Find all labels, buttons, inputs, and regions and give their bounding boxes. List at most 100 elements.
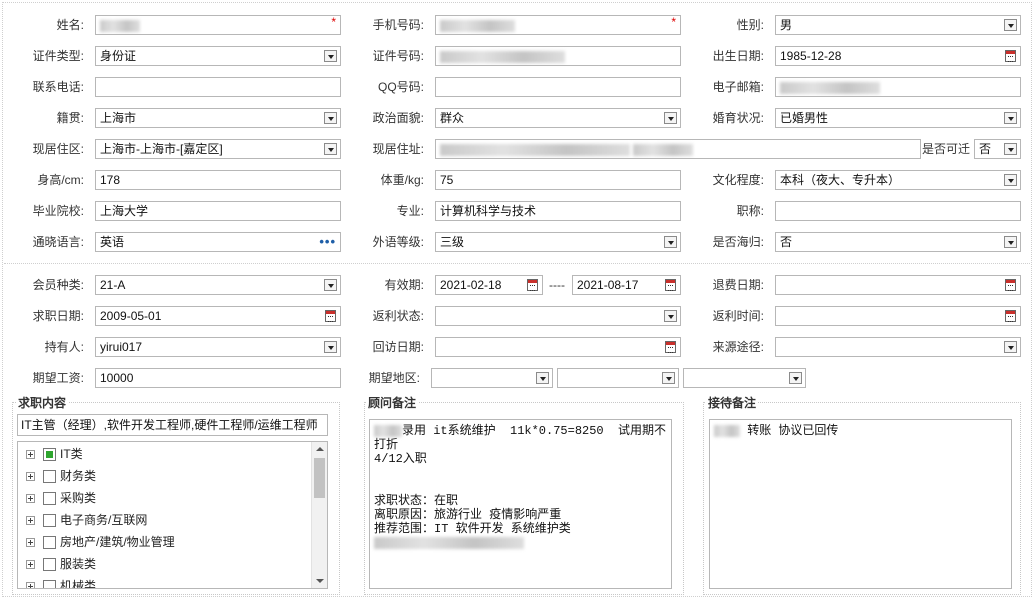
birth-label: 出生日期: bbox=[712, 49, 764, 63]
political-select[interactable]: 群众 bbox=[435, 108, 681, 128]
expand-icon[interactable] bbox=[26, 450, 35, 460]
region-province-select[interactable] bbox=[431, 368, 553, 388]
title-field[interactable] bbox=[775, 201, 1021, 221]
education-select[interactable]: 本科（夜大、专升本） bbox=[775, 170, 1021, 190]
chevron-down-icon[interactable] bbox=[324, 50, 337, 62]
member-type-select[interactable]: 21-A bbox=[95, 275, 341, 295]
weight-field[interactable]: 75 bbox=[435, 170, 681, 190]
qq-field[interactable] bbox=[435, 77, 681, 97]
valid-from-field[interactable]: 2021-02-18 bbox=[435, 275, 543, 295]
tree-item-purchasing[interactable]: 采购类 bbox=[26, 489, 96, 507]
tree-item-realestate[interactable]: 房地产/建筑/物业管理 bbox=[26, 533, 175, 551]
id-type-label: 证件类型: bbox=[32, 49, 84, 63]
calendar-icon[interactable] bbox=[527, 279, 538, 291]
valid-to-field[interactable]: 2021-08-17 bbox=[572, 275, 681, 295]
chevron-down-icon[interactable] bbox=[664, 310, 677, 322]
rebate-time-field[interactable] bbox=[775, 306, 1021, 326]
chevron-down-icon[interactable] bbox=[1004, 174, 1017, 186]
calendar-icon[interactable] bbox=[665, 341, 676, 353]
chevron-down-icon[interactable] bbox=[664, 236, 677, 248]
checkbox[interactable] bbox=[43, 536, 56, 550]
expand-icon[interactable] bbox=[26, 472, 35, 482]
expand-icon[interactable] bbox=[26, 538, 35, 548]
chevron-down-icon[interactable] bbox=[324, 341, 337, 353]
birth-date-field[interactable]: 1985-12-28 bbox=[775, 46, 1021, 66]
chevron-down-icon[interactable] bbox=[324, 279, 337, 291]
phone-field[interactable]: * bbox=[435, 15, 681, 35]
lang-level-select[interactable]: 三级 bbox=[435, 232, 681, 252]
tree-item-it[interactable]: IT类 bbox=[26, 445, 83, 463]
holder-select[interactable]: yirui017 bbox=[95, 337, 341, 357]
tree-item-ecommerce[interactable]: 电子商务/互联网 bbox=[26, 511, 147, 529]
region-city-select[interactable] bbox=[557, 368, 679, 388]
tree-item-finance[interactable]: 财务类 bbox=[26, 467, 96, 485]
name-field[interactable]: * bbox=[95, 15, 341, 35]
job-summary-field[interactable]: IT主管（经理）,软件开发工程师,硬件工程师/运维工程师 bbox=[17, 414, 328, 436]
chevron-down-icon[interactable] bbox=[1004, 341, 1017, 353]
scroll-up-icon[interactable] bbox=[316, 447, 324, 451]
advisor-notes-textarea[interactable]: 录用 it系统维护 11k*0.75=8250 试用期不打折 4/12入职 求职状态… bbox=[369, 419, 672, 589]
redacted-text bbox=[374, 536, 524, 549]
visit-date-field[interactable] bbox=[435, 337, 681, 357]
checkbox[interactable] bbox=[43, 492, 56, 506]
rebate-status-select[interactable] bbox=[435, 306, 681, 326]
id-type-select[interactable]: 身份证 bbox=[95, 46, 341, 66]
chevron-down-icon[interactable] bbox=[789, 372, 802, 384]
chevron-down-icon[interactable] bbox=[536, 372, 549, 384]
relocate-select[interactable]: 否 bbox=[974, 139, 1021, 159]
checkbox[interactable] bbox=[43, 558, 56, 572]
scroll-down-icon[interactable] bbox=[316, 579, 324, 583]
job-category-tree[interactable]: IT类 财务类 采购类 电子商务/互联网 房地产/建筑/物业管理 服装类 机械类 bbox=[17, 441, 328, 589]
school-field[interactable]: 上海大学 bbox=[95, 201, 341, 221]
height-field[interactable]: 178 bbox=[95, 170, 341, 190]
checkbox[interactable] bbox=[43, 470, 56, 484]
calendar-icon[interactable] bbox=[1005, 310, 1016, 322]
region-district-select[interactable] bbox=[683, 368, 806, 388]
checkbox[interactable] bbox=[43, 514, 56, 528]
chevron-down-icon[interactable] bbox=[1004, 112, 1017, 124]
refund-date-field[interactable] bbox=[775, 275, 1021, 295]
checkbox-checked[interactable] bbox=[43, 448, 56, 462]
tree-item-machinery[interactable]: 机械类 bbox=[26, 577, 96, 588]
chevron-down-icon[interactable] bbox=[1004, 143, 1017, 155]
native-select[interactable]: 上海市 bbox=[95, 108, 341, 128]
expand-icon[interactable] bbox=[26, 560, 35, 570]
returnee-select[interactable]: 否 bbox=[775, 232, 1021, 252]
scroll-thumb[interactable] bbox=[314, 458, 325, 498]
address-field[interactable] bbox=[435, 139, 921, 159]
tree-item-clothing[interactable]: 服装类 bbox=[26, 555, 96, 573]
chevron-down-icon[interactable] bbox=[664, 112, 677, 124]
redacted-text bbox=[100, 19, 140, 32]
email-field[interactable] bbox=[775, 77, 1021, 97]
language-field[interactable]: 英语 ••• bbox=[95, 232, 341, 252]
expand-icon[interactable] bbox=[26, 516, 35, 526]
date-range-separator: ---- bbox=[549, 278, 565, 292]
expand-icon[interactable] bbox=[26, 494, 35, 504]
calendar-icon[interactable] bbox=[1005, 50, 1016, 62]
chevron-down-icon[interactable] bbox=[662, 372, 675, 384]
tree-scrollbar[interactable] bbox=[311, 442, 327, 588]
chevron-down-icon[interactable] bbox=[324, 143, 337, 155]
calendar-icon[interactable] bbox=[325, 310, 336, 322]
expand-icon[interactable] bbox=[26, 582, 35, 588]
valid-label: 有效期: bbox=[384, 278, 424, 292]
calendar-icon[interactable] bbox=[665, 279, 676, 291]
contact-field[interactable] bbox=[95, 77, 341, 97]
id-no-field[interactable] bbox=[435, 46, 681, 66]
more-icon[interactable]: ••• bbox=[319, 233, 336, 251]
gender-select[interactable]: 男 bbox=[775, 15, 1021, 35]
chevron-down-icon[interactable] bbox=[1004, 236, 1017, 248]
source-select[interactable] bbox=[775, 337, 1021, 357]
chevron-down-icon[interactable] bbox=[1004, 19, 1017, 31]
salary-field[interactable]: 10000 bbox=[95, 368, 341, 388]
checkbox[interactable] bbox=[43, 580, 56, 588]
calendar-icon[interactable] bbox=[1005, 279, 1016, 291]
job-date-field[interactable]: 2009-05-01 bbox=[95, 306, 341, 326]
reception-notes-textarea[interactable]: 转账 协议已回传 bbox=[709, 419, 1012, 589]
marital-select[interactable]: 已婚男性 bbox=[775, 108, 1021, 128]
redacted-text bbox=[440, 19, 515, 32]
chevron-down-icon[interactable] bbox=[324, 112, 337, 124]
residence-select[interactable]: 上海市-上海市-[嘉定区] bbox=[95, 139, 341, 159]
major-field[interactable]: 计算机科学与技术 bbox=[435, 201, 681, 221]
political-label: 政治面貌: bbox=[372, 111, 424, 125]
